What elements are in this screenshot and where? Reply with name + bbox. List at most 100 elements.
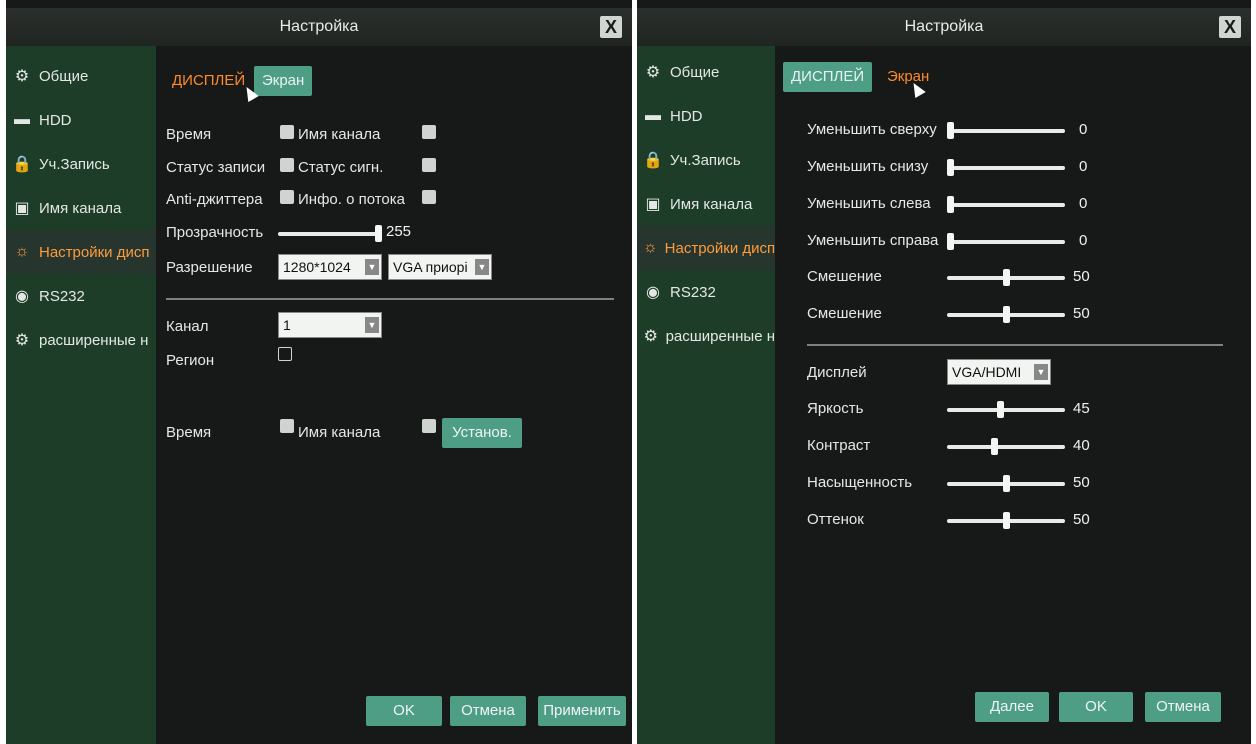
tab-display[interactable]: ДИСПЛЕЙ — [783, 62, 873, 92]
sun-icon: ☼ — [643, 239, 658, 256]
sidebar: ⚙ Общие ▬ HDD 🔒 Уч.Запись ▣ Имя канала ☼… — [637, 46, 775, 744]
contrast-slider[interactable] — [947, 445, 1065, 449]
sidebar-item-label: Уч.Запись — [670, 151, 741, 169]
cancel-button[interactable]: Отмена — [1145, 692, 1221, 722]
tab-screen[interactable]: Экран — [879, 62, 937, 92]
hdd-icon: ▬ — [645, 107, 661, 124]
contrast-label: Контраст — [807, 437, 871, 454]
sidebar-item-channel-name[interactable]: ▣ Имя канала — [637, 182, 775, 226]
channel-select[interactable]: 1 ▼ — [278, 312, 382, 338]
transparency-slider-thumb[interactable] — [375, 225, 382, 242]
offset-slider-thumb[interactable] — [1002, 306, 1010, 323]
crop-top-slider[interactable] — [947, 129, 1065, 133]
ok-button[interactable]: OK — [366, 696, 442, 726]
set-button[interactable]: Установ. — [442, 418, 522, 448]
sidebar: ⚙ Общие ▬ HDD 🔒 Уч.Запись ▣ Имя канала ☼… — [6, 46, 156, 744]
next-button[interactable]: Далее — [975, 692, 1049, 722]
anti-jitter-label: Anti-джиттера — [166, 191, 263, 208]
crop-top-slider-thumb[interactable] — [947, 122, 954, 139]
resolution-select[interactable]: 1280*1024 ▼ — [278, 254, 382, 280]
crop-bottom-slider[interactable] — [947, 166, 1065, 170]
tab-display[interactable]: ДИСПЛЕЙ — [164, 66, 253, 96]
time-checkbox[interactable] — [280, 125, 294, 139]
sidebar-item-channel-name[interactable]: ▣ Имя канала — [6, 186, 156, 230]
sidebar-item-advanced[interactable]: ⚙ расширенные н — [637, 314, 775, 358]
crop-left-slider-thumb[interactable] — [947, 196, 954, 213]
transparency-value: 255 — [386, 223, 412, 240]
display-output-value: VGA/HDMI — [952, 364, 1022, 380]
cancel-button[interactable]: Отмена — [450, 696, 526, 726]
signal-status-checkbox[interactable] — [422, 158, 436, 172]
crop-right-slider-thumb[interactable] — [947, 233, 954, 250]
crop-top-label: Уменьшить сверху — [807, 121, 937, 138]
brightness-slider[interactable] — [947, 408, 1065, 412]
channel-name-checkbox[interactable] — [422, 419, 436, 433]
port-icon: ◉ — [15, 288, 29, 305]
display-panel: ДИСПЛЕЙ Экран Время Имя канала Статус за… — [156, 46, 632, 744]
close-button[interactable]: X — [1219, 16, 1241, 38]
resolution-label: Разрешение — [166, 259, 253, 276]
sidebar-item-display-settings[interactable]: ☼ Настройки дисп — [6, 230, 156, 274]
brightness-slider-thumb[interactable] — [996, 401, 1004, 418]
sidebar-item-display-settings[interactable]: ☼ Настройки дисп — [637, 226, 775, 270]
output-priority-value: VGA приорі — [393, 259, 468, 275]
offset-slider-thumb[interactable] — [1002, 269, 1010, 286]
crop-bottom-value: 0 — [1079, 158, 1088, 175]
offset-value: 50 — [1073, 268, 1090, 285]
sidebar-item-label: Уч.Запись — [39, 155, 110, 173]
sidebar-item-rs232[interactable]: ◉ RS232 — [6, 274, 156, 318]
window-title: Настройка — [279, 18, 359, 35]
section-divider — [807, 344, 1223, 346]
channel-name-label: Имя канала — [298, 424, 381, 441]
sidebar-item-general[interactable]: ⚙ Общие — [6, 54, 156, 98]
channel-name-checkbox[interactable] — [422, 125, 436, 139]
sidebar-item-advanced[interactable]: ⚙ расширенные н — [6, 318, 156, 362]
settings-window-display: Настройка X ⚙ Общие ▬ HDD 🔒 Уч.Запись ▣ … — [6, 0, 632, 744]
sidebar-item-rs232[interactable]: ◉ RS232 — [637, 270, 775, 314]
crop-left-label: Уменьшить слева — [807, 195, 931, 212]
settings-window-screen: Настройка X ⚙ Общие ▬ HDD 🔒 Уч.Запись ▣ … — [637, 0, 1251, 744]
saturation-label: Насыщенность — [807, 474, 913, 491]
close-button[interactable]: X — [600, 16, 622, 38]
hue-value: 50 — [1073, 511, 1090, 528]
display-output-select[interactable]: VGA/HDMI ▼ — [947, 359, 1051, 385]
saturation-slider-thumb[interactable] — [1002, 475, 1010, 492]
gear-icon: ⚙ — [14, 332, 30, 349]
stream-info-label: Инфо. о потока — [298, 191, 406, 208]
sidebar-item-account[interactable]: 🔒 Уч.Запись — [6, 142, 156, 186]
output-priority-select[interactable]: VGA приорі ▼ — [388, 254, 492, 280]
sidebar-item-account[interactable]: 🔒 Уч.Запись — [637, 138, 775, 182]
channel-icon: ▣ — [14, 200, 30, 217]
section-divider — [166, 298, 614, 300]
hue-slider-thumb[interactable] — [1002, 512, 1010, 529]
crop-bottom-slider-thumb[interactable] — [947, 159, 954, 176]
record-status-checkbox[interactable] — [280, 158, 294, 172]
crop-bottom-label: Уменьшить снизу — [807, 158, 929, 175]
screen-panel: ДИСПЛЕЙ Экран Уменьшить сверху 0 Уменьши… — [775, 46, 1251, 744]
crop-right-slider[interactable] — [947, 240, 1065, 244]
port-icon: ◉ — [646, 284, 660, 301]
anti-jitter-checkbox[interactable] — [280, 190, 294, 204]
crop-left-slider[interactable] — [947, 203, 1065, 207]
time-label: Время — [166, 424, 212, 441]
ok-button[interactable]: OK — [1059, 692, 1133, 722]
time-checkbox[interactable] — [280, 419, 294, 433]
signal-status-label: Статус сигн. — [298, 159, 384, 176]
sidebar-item-label: Имя канала — [39, 199, 122, 217]
apply-button[interactable]: Применить — [538, 696, 626, 726]
sidebar-item-label: расширенные н — [39, 331, 149, 349]
stream-info-checkbox[interactable] — [422, 190, 436, 204]
lock-icon: 🔒 — [12, 156, 32, 173]
tab-screen[interactable]: Экран — [254, 66, 313, 96]
sidebar-item-hdd[interactable]: ▬ HDD — [6, 98, 156, 142]
hdd-icon: ▬ — [14, 111, 30, 128]
contrast-slider-thumb[interactable] — [991, 438, 999, 455]
transparency-slider[interactable] — [278, 232, 382, 236]
region-checkbox[interactable] — [278, 347, 292, 361]
contrast-value: 40 — [1073, 437, 1090, 454]
sidebar-item-general[interactable]: ⚙ Общие — [637, 50, 775, 94]
crop-top-value: 0 — [1079, 121, 1088, 138]
sidebar-item-label: RS232 — [670, 283, 716, 301]
sidebar-item-hdd[interactable]: ▬ HDD — [637, 94, 775, 138]
region-label: Регион — [166, 352, 215, 369]
